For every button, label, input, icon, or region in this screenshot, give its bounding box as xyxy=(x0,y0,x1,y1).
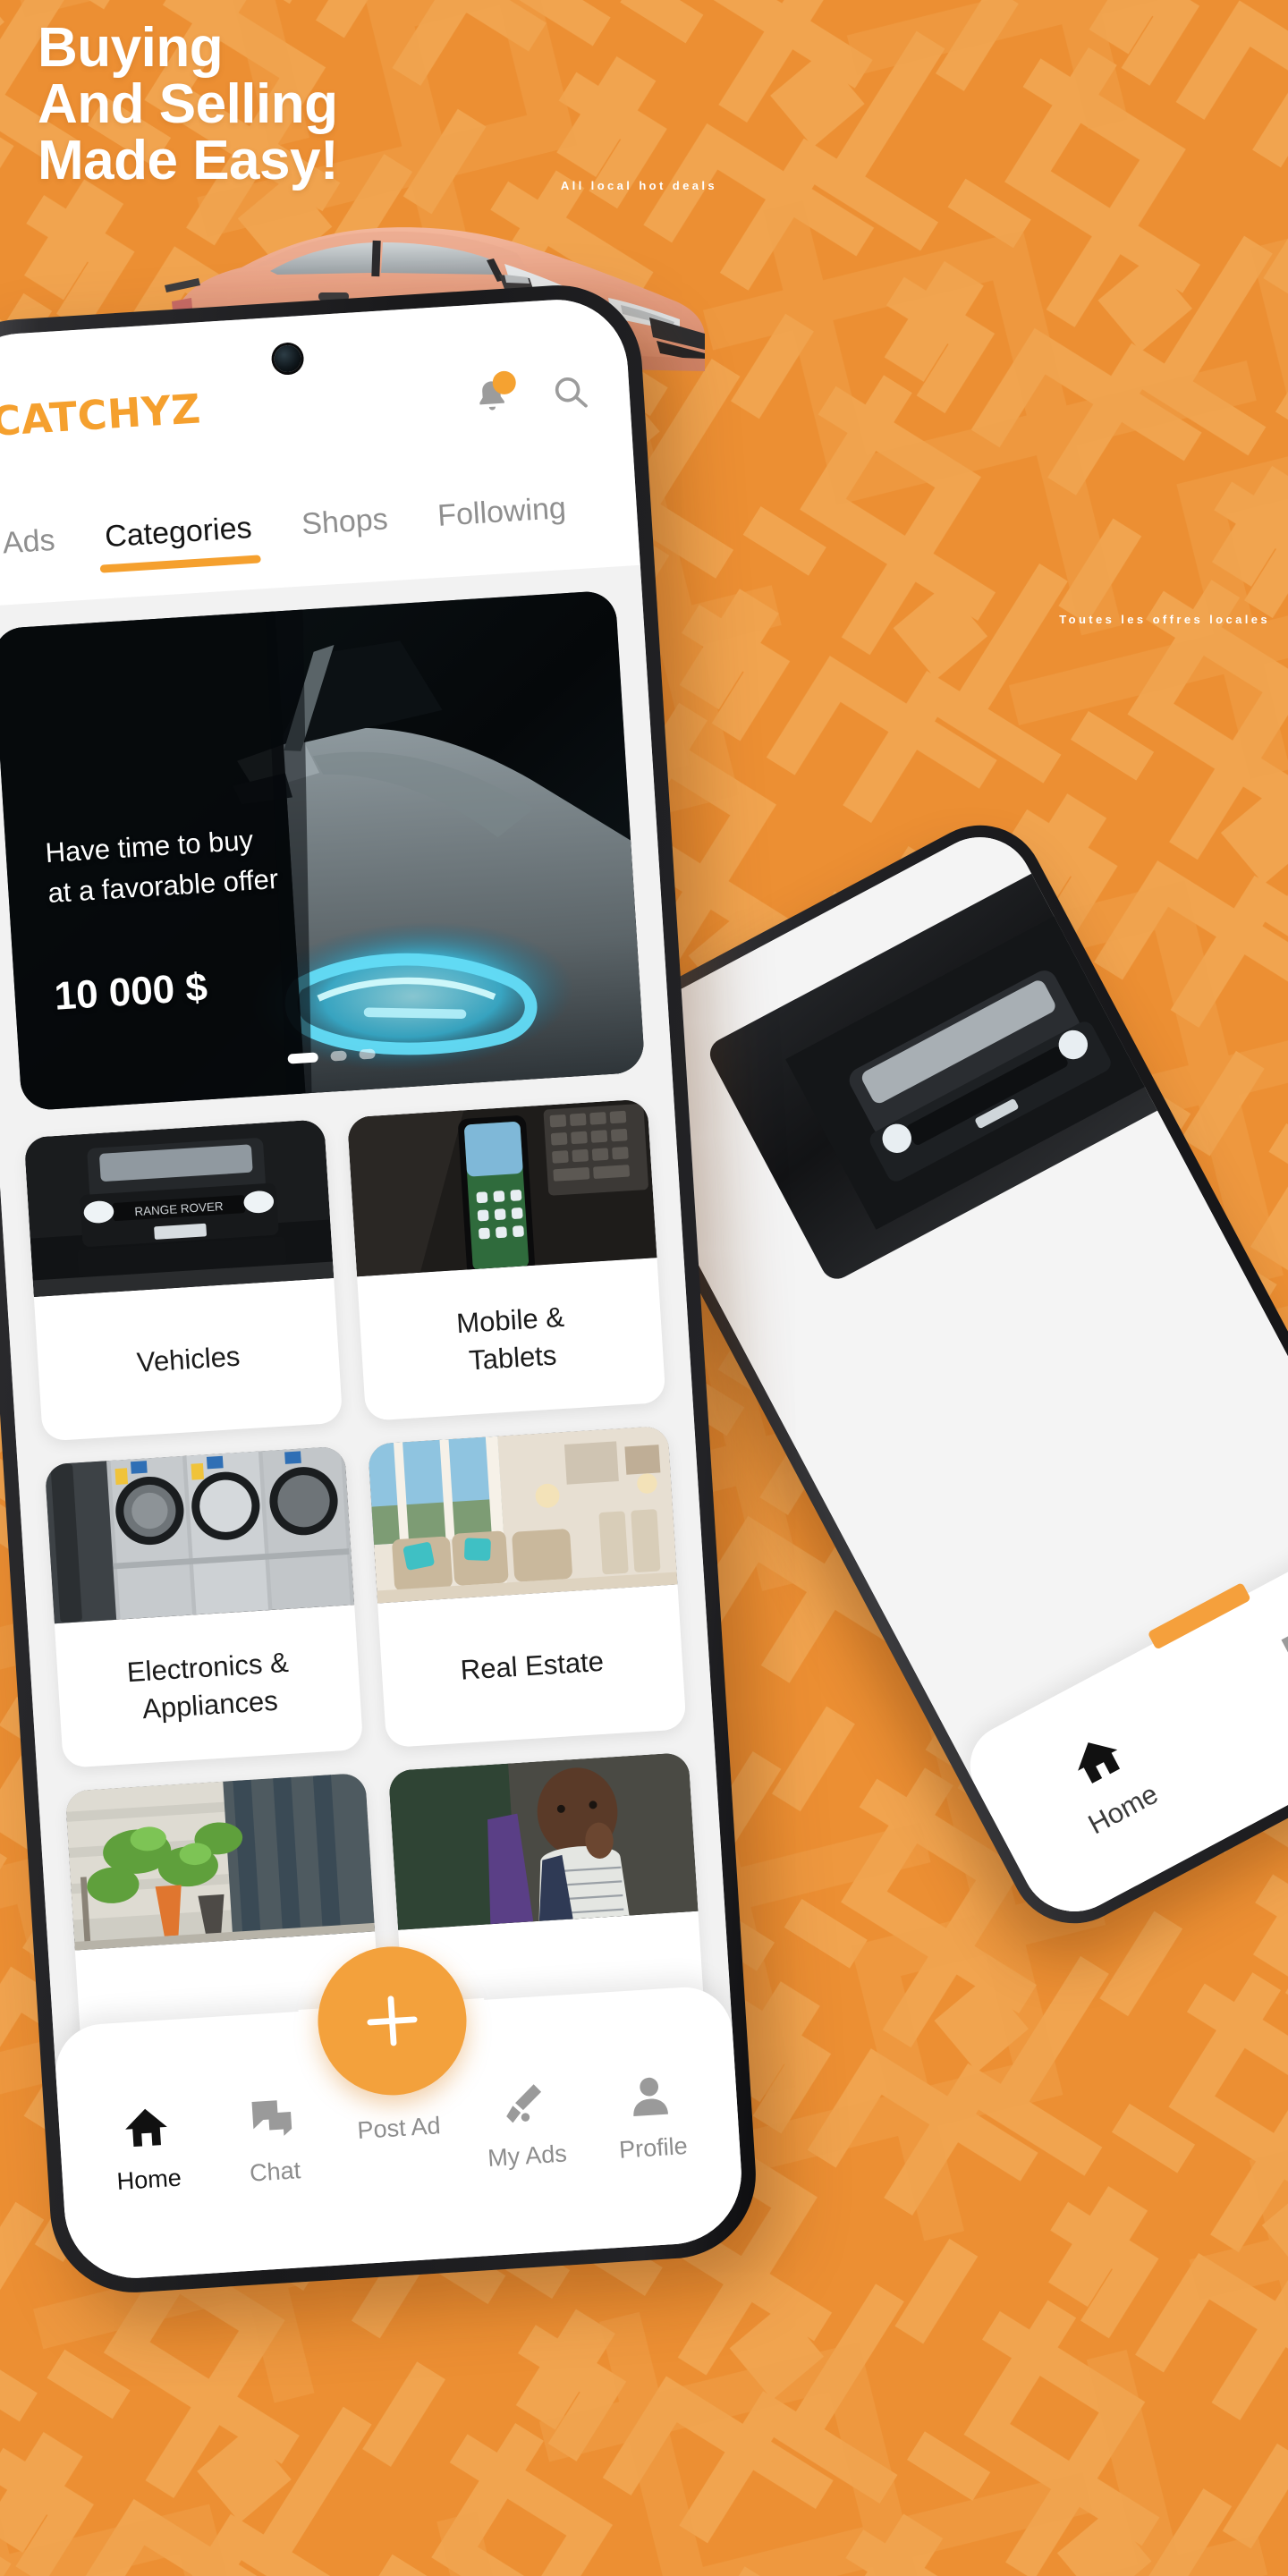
nav-item-home[interactable]: Home xyxy=(81,2100,213,2199)
bottom-navigation-bar: Home Chat Post Ad My Ads Profile xyxy=(53,1942,746,2283)
living-room-interior-image xyxy=(367,1425,678,1604)
headline-english: Buying And Selling Made Easy! xyxy=(38,20,717,190)
headline-en-line1: Buying xyxy=(38,17,224,79)
nav-item-chat[interactable]: Chat xyxy=(208,2092,339,2190)
nav-label-profile: Profile xyxy=(618,2131,689,2164)
category-label-electronics-appliances: Electronics & Appliances xyxy=(125,1647,290,1725)
category-card-real-estate[interactable]: Real Estate xyxy=(367,1425,687,1749)
primary-phone-screen: CATCHYZ Ads Categories Shops Following H… xyxy=(0,295,746,2283)
category-card-electronics-appliances[interactable]: Electronics & Appliances xyxy=(44,1445,364,1768)
carousel-dot-2[interactable] xyxy=(330,1050,347,1062)
secondary-nav-item-home[interactable]: Home xyxy=(979,1681,1236,1879)
category-label-mobile-tablets: Mobile & Tablets xyxy=(455,1301,565,1377)
notification-bell-button[interactable] xyxy=(470,370,517,418)
person-icon xyxy=(624,2071,675,2122)
nav-label-post-ad: Post Ad xyxy=(356,2112,442,2145)
notification-badge xyxy=(491,370,517,395)
chat-icon xyxy=(246,2094,297,2145)
tab-following[interactable]: Following xyxy=(429,490,575,557)
carousel-dot-3[interactable] xyxy=(359,1048,376,1060)
promo-price: 10 000 $ xyxy=(53,965,209,1019)
headline-en-line2: And Selling xyxy=(38,73,338,136)
secondary-phone-orange-marker xyxy=(1147,1581,1251,1650)
tab-ads[interactable]: Ads xyxy=(0,522,64,585)
category-grid: RANGE ROVER Vehicles Mobile & Tablets El… xyxy=(23,1098,708,2096)
home-icon xyxy=(120,2102,171,2153)
tab-shops[interactable]: Shops xyxy=(293,501,397,565)
home-icon xyxy=(1061,1724,1133,1797)
search-button[interactable] xyxy=(549,371,591,413)
nav-item-profile[interactable]: Profile xyxy=(586,2068,717,2166)
category-card-mobile-tablets[interactable]: Mobile & Tablets xyxy=(346,1098,666,1421)
app-logo[interactable]: CATCHYZ xyxy=(0,385,202,445)
nav-label-home: Home xyxy=(115,2164,182,2196)
subtitle-english: All local hot deals xyxy=(560,179,717,192)
category-label-real-estate: Real Estate xyxy=(459,1645,605,1686)
category-label-vehicles: Vehicles xyxy=(135,1340,242,1378)
promo-banner-text: Have time to buy at a favorable offer xyxy=(44,819,279,914)
washing-machines-image xyxy=(44,1445,355,1624)
category-card-vehicles[interactable]: RANGE ROVER Vehicles xyxy=(23,1119,343,1442)
nav-label-my-ads: My Ads xyxy=(487,2140,568,2172)
nav-label-chat: Chat xyxy=(249,2157,302,2187)
primary-phone-frame: CATCHYZ Ads Categories Shops Following H… xyxy=(0,280,761,2298)
megaphone-icon xyxy=(498,2079,549,2130)
smartphone-keyboard-image xyxy=(346,1098,657,1277)
garden-plants-image xyxy=(64,1772,376,1951)
suv-front-dark-image: RANGE ROVER xyxy=(23,1119,335,1297)
promo-banner-card[interactable]: Have time to buy at a favorable offer 10… xyxy=(0,589,646,1112)
carousel-dot-1[interactable] xyxy=(287,1052,319,1064)
primary-phone-mockup: CATCHYZ Ads Categories Shops Following H… xyxy=(0,280,761,2298)
school-child-image xyxy=(387,1752,699,1930)
tab-categories[interactable]: Categories xyxy=(97,510,261,578)
nav-item-my-ads[interactable]: My Ads xyxy=(460,2076,591,2174)
chat-icon xyxy=(1272,1612,1288,1684)
plus-icon xyxy=(367,1996,418,2046)
